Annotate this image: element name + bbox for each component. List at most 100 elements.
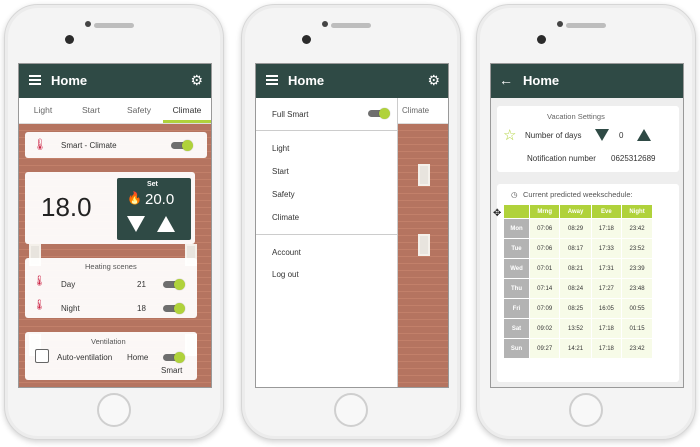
scene-night-toggle[interactable] <box>163 302 185 314</box>
notification-label: Notification number <box>527 154 596 163</box>
time-cell: 07:09 <box>528 298 561 319</box>
home-button[interactable] <box>569 393 603 427</box>
day-cell: Thu <box>503 278 530 299</box>
time-cell: 09:02 <box>528 318 561 339</box>
time-cell: 17:31 <box>590 258 623 279</box>
decrease-days-button[interactable] <box>595 129 609 141</box>
smart-climate-card: 🌡 Smart - Climate <box>25 132 207 158</box>
column-header: Away <box>559 204 592 219</box>
days-value: 0 <box>619 131 624 140</box>
scene-day-value: 21 <box>137 280 146 289</box>
app-header: Home ⚙ <box>19 64 211 98</box>
day-cell: Wed <box>503 258 530 279</box>
sensor-dot <box>557 21 563 27</box>
divider <box>256 130 398 131</box>
gear-icon[interactable]: ⚙ <box>190 73 203 87</box>
menu-item-safety[interactable]: Safety <box>272 190 295 199</box>
thermometer-icon: 🌡 <box>33 276 46 287</box>
tab-bar: Light Start Safety Climate <box>19 98 211 124</box>
time-cell: 13:52 <box>559 318 592 339</box>
table-row: Mon 07:06 08:29 17:18 23:42 <box>503 218 653 239</box>
time-cell: 00:55 <box>621 298 653 319</box>
schedule-title: Current predicted weekschedule: <box>523 190 633 199</box>
time-cell: 17:18 <box>590 318 623 339</box>
home-button[interactable] <box>97 393 131 427</box>
gear-icon[interactable]: ⚙ <box>427 73 440 87</box>
tab-start[interactable]: Start <box>67 98 115 123</box>
menu-icon[interactable] <box>29 75 41 85</box>
ventilation-mode: Home <box>127 353 149 362</box>
increase-temp-button[interactable] <box>157 216 175 232</box>
app-header: ← Home <box>491 64 683 98</box>
time-cell: 17:27 <box>590 278 623 299</box>
divider <box>256 234 398 235</box>
table-header-row: Mrng Away Eve Night <box>503 204 653 219</box>
time-cell: 14:21 <box>559 338 592 359</box>
full-smart-toggle[interactable] <box>368 107 390 119</box>
tab-light[interactable]: Light <box>19 98 67 123</box>
decrease-temp-button[interactable] <box>127 216 145 232</box>
header-corner <box>503 204 530 219</box>
scene-day-toggle[interactable] <box>163 278 185 290</box>
smart-climate-toggle[interactable] <box>171 139 193 151</box>
table-row: Tue 07:06 08:17 17:33 23:52 <box>503 238 653 259</box>
days-label: Number of days <box>525 131 582 140</box>
ventilation-toggle-label: Smart <box>161 366 183 375</box>
phone-climate: Home ⚙ Light Start Safety Climate 🌡 Smar… <box>4 4 224 440</box>
phone-menu: Home ⚙ Climate Full Smart Light Start Sa… <box>241 4 461 440</box>
camera <box>537 35 546 44</box>
menu-item-climate[interactable]: Climate <box>272 213 299 222</box>
temperature-card: 18.0 Set 🔥 20.0 <box>25 172 195 244</box>
day-cell: Sun <box>503 338 530 359</box>
time-cell: 08:17 <box>559 238 592 259</box>
menu-item-start[interactable]: Start <box>272 167 289 176</box>
side-menu: Full Smart Light Start Safety Climate Ac… <box>256 98 398 387</box>
time-cell: 08:21 <box>559 258 592 279</box>
day-cell: Fri <box>503 298 530 319</box>
time-cell: 07:14 <box>528 278 561 299</box>
tab-bar-partial: Climate <box>398 98 448 124</box>
table-row: Sun 09:27 14:21 17:18 23:42 <box>503 338 653 359</box>
move-icon[interactable]: ✥ <box>493 208 501 219</box>
ventilation-card: Ventilation Auto-ventilation Home Smart <box>25 332 197 380</box>
speaker <box>566 23 606 28</box>
heating-scenes-card: Heating scenes 🌡 Day 21 🌡 Night 18 <box>25 258 197 318</box>
sensor-dot <box>85 21 91 27</box>
ventilation-toggle[interactable] <box>163 351 185 363</box>
scene-night-value: 18 <box>137 304 146 313</box>
heating-scenes-title: Heating scenes <box>85 262 137 271</box>
tab-climate[interactable]: Climate <box>402 106 429 115</box>
back-arrow-icon[interactable]: ← <box>499 72 513 88</box>
page-title: Home <box>288 73 325 88</box>
time-cell: 16:05 <box>590 298 623 319</box>
star-icon: ☆ <box>503 127 517 144</box>
scene-night-label: Night <box>61 304 80 313</box>
camera <box>302 35 311 44</box>
tab-safety[interactable]: Safety <box>115 98 163 123</box>
menu-icon[interactable] <box>266 75 278 85</box>
home-button[interactable] <box>334 393 368 427</box>
menu-item-account[interactable]: Account <box>272 248 301 257</box>
set-temperature: 20.0 <box>145 191 175 208</box>
time-cell: 07:06 <box>528 238 561 259</box>
thermometer-icon: 🌡 <box>33 300 46 311</box>
flame-icon: 🔥 <box>127 191 142 205</box>
column-header: Night <box>621 204 653 219</box>
table-row: Sat 09:02 13:52 17:18 01:15 <box>503 318 653 339</box>
thermometer-icon: 🌡 <box>33 139 47 151</box>
ventilation-title: Ventilation <box>91 337 126 346</box>
menu-item-light[interactable]: Light <box>272 144 289 153</box>
screen: ← Home Vacation Settings ☆ Number of day… <box>490 63 684 388</box>
time-cell: 08:29 <box>559 218 592 239</box>
time-cell: 23:39 <box>621 258 653 279</box>
increase-days-button[interactable] <box>637 129 651 141</box>
full-smart-label: Full Smart <box>272 110 309 119</box>
app-header: Home ⚙ <box>256 64 448 98</box>
screen: Home ⚙ Light Start Safety Climate 🌡 Smar… <box>18 63 212 388</box>
time-cell: 23:42 <box>621 338 653 359</box>
menu-item-logout[interactable]: Log out <box>272 270 299 279</box>
screen: Home ⚙ Climate Full Smart Light Start Sa… <box>255 63 449 388</box>
tab-climate[interactable]: Climate <box>163 98 211 123</box>
phone-schedule: ← Home Vacation Settings ☆ Number of day… <box>476 4 696 440</box>
set-panel: Set 🔥 20.0 <box>117 178 191 240</box>
